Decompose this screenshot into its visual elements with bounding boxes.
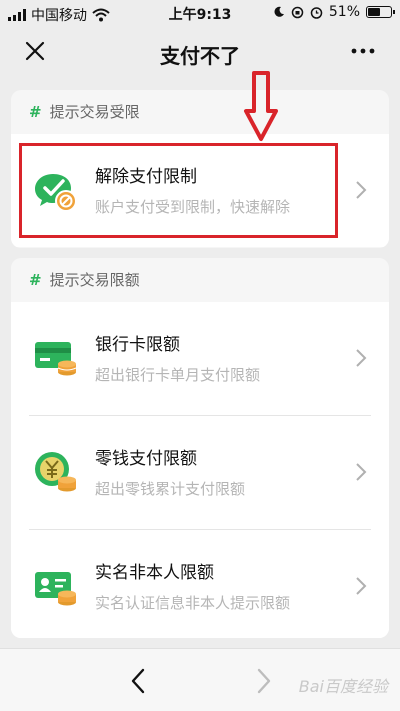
- highlight-box: [19, 143, 338, 238]
- nav-bar: 支付不了: [0, 28, 400, 76]
- item-subtitle: 实名认证信息非本人提示限额: [95, 594, 291, 612]
- list-item-real-name-limit[interactable]: 实名非本人限额 实名认证信息非本人提示限额: [11, 530, 389, 638]
- hash-icon: #: [29, 271, 42, 289]
- hash-icon: #: [29, 103, 42, 121]
- item-title: 零钱支付限额: [95, 449, 197, 469]
- item-list: 银行卡限额 超出银行卡单月支付限额 零钱支付限额 超出零钱累计支付限额 实名非本…: [11, 302, 389, 638]
- more-icon[interactable]: [348, 38, 378, 64]
- battery-fill: [368, 8, 381, 16]
- bank-card-coins-icon: [35, 342, 77, 376]
- section-header: # 提示交易受限: [11, 90, 389, 134]
- moon-icon: [274, 6, 284, 17]
- list-item-change-limit[interactable]: 零钱支付限额 超出零钱累计支付限额: [11, 416, 389, 529]
- chevron-right-icon: [356, 181, 367, 199]
- item-subtitle: 超出零钱累计支付限额: [95, 480, 246, 498]
- orientation-lock-icon: [291, 6, 304, 18]
- page-title: 支付不了: [160, 44, 240, 68]
- section-header: # 提示交易限额: [11, 258, 389, 302]
- list-item-bank-card-limit[interactable]: 银行卡限额 超出银行卡单月支付限额: [11, 302, 389, 415]
- battery-percent: 51%: [328, 4, 360, 20]
- down-arrow-annotation: [244, 71, 278, 141]
- status-bar: 中国移动 上午9:13 51%: [0, 0, 400, 28]
- section-title: 提示交易限额: [49, 271, 140, 289]
- bottom-nav-bar: Bai百度经验: [0, 648, 400, 711]
- item-title: 实名非本人限额: [95, 563, 214, 583]
- section-trade-limit: # 提示交易限额 银行卡限额 超出银行卡单月支付限额 零钱支付限额 超出零钱累计…: [11, 258, 389, 638]
- forward-arrow-icon[interactable]: [254, 667, 274, 695]
- section-title: 提示交易受限: [49, 103, 140, 121]
- back-arrow-icon[interactable]: [128, 667, 148, 695]
- chevron-right-icon: [356, 463, 367, 481]
- alarm-icon: [310, 6, 323, 19]
- chevron-right-icon: [356, 577, 367, 595]
- chevron-right-icon: [356, 349, 367, 367]
- battery-icon: [366, 6, 395, 18]
- item-subtitle: 超出银行卡单月支付限额: [95, 366, 261, 384]
- status-right: 51%: [273, 4, 395, 20]
- watermark: Bai百度经验: [298, 677, 388, 696]
- yuan-coin-icon: [35, 452, 76, 492]
- id-card-coins-icon: [35, 572, 76, 606]
- item-title: 银行卡限额: [95, 335, 180, 355]
